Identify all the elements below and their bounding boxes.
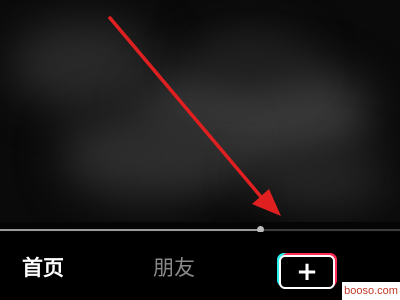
watermark: booso.com bbox=[342, 282, 400, 300]
video-content-blur bbox=[60, 110, 240, 200]
app-screen: 首页 朋友 + booso.com bbox=[0, 0, 400, 300]
bottom-navigation: 首页 朋友 + bbox=[0, 232, 400, 300]
video-content-blur bbox=[190, 30, 310, 90]
create-button-face: + bbox=[279, 255, 335, 289]
video-progress-bar[interactable] bbox=[0, 226, 400, 233]
create-video-button[interactable]: + bbox=[277, 253, 337, 289]
nav-item-home[interactable]: 首页 bbox=[22, 256, 64, 280]
video-content-blur bbox=[10, 20, 160, 110]
plus-icon: + bbox=[296, 257, 318, 287]
video-content-blur bbox=[250, 150, 390, 210]
video-player[interactable] bbox=[0, 0, 400, 222]
video-progress-fill bbox=[0, 229, 260, 231]
nav-item-friends[interactable]: 朋友 bbox=[153, 256, 195, 280]
